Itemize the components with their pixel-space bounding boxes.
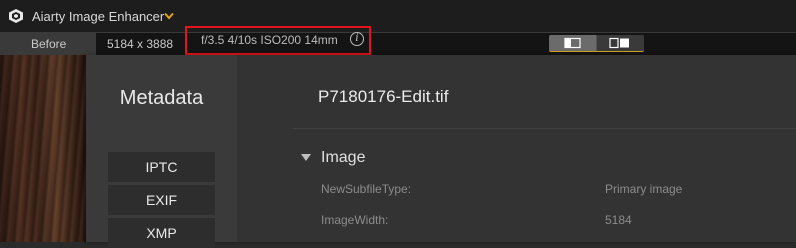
property-value: 5184 <box>605 213 632 227</box>
before-tab[interactable]: Before <box>0 33 96 55</box>
image-canvas: Metadata IPTC EXIF XMP P7180176-Edit.tif… <box>0 55 796 248</box>
app-title: Aiarty Image Enhancer <box>32 9 165 24</box>
view-mode-toggle <box>549 35 644 52</box>
property-key: ImageWidth: <box>321 213 389 227</box>
metadata-sidebar: Metadata IPTC EXIF XMP <box>86 55 237 248</box>
section-title: Image <box>321 149 366 166</box>
image-preview-texture <box>0 55 86 242</box>
content-divider <box>293 128 796 129</box>
file-name: P7180176-Edit.tif <box>318 87 449 106</box>
metadata-content: P7180176-Edit.tif Image NewSubfileType: … <box>237 55 796 242</box>
image-dimensions: 5184 x 3888 <box>107 37 174 51</box>
property-key: NewSubfileType: <box>321 182 412 196</box>
image-preview <box>0 55 86 242</box>
exif-summary-text: f/3.5 4/10s ISO200 14mm <box>201 33 338 47</box>
exif-summary-highlight: f/3.5 4/10s ISO200 14mm i <box>185 26 371 55</box>
title-bar: Aiarty Image Enhancer <box>0 0 796 33</box>
property-value: Primary image <box>605 182 683 196</box>
split-view-icon <box>609 37 629 49</box>
info-icon[interactable]: i <box>350 32 364 46</box>
collapse-triangle-icon <box>301 154 311 161</box>
metadata-heading: Metadata <box>119 87 204 109</box>
chevron-down-icon[interactable] <box>164 12 174 20</box>
tab-xmp[interactable]: XMP <box>108 218 215 248</box>
tab-iptc[interactable]: IPTC <box>108 152 215 182</box>
single-view-button[interactable] <box>549 35 596 51</box>
split-view-button[interactable] <box>597 35 644 51</box>
metadata-panel: Metadata IPTC EXIF XMP P7180176-Edit.tif… <box>86 55 796 248</box>
single-view-icon <box>564 37 581 49</box>
app-logo-icon <box>9 9 23 23</box>
info-bar: Before 5184 x 3888 f/3.5 4/10s ISO200 14… <box>0 26 796 55</box>
tab-exif[interactable]: EXIF <box>108 185 215 215</box>
